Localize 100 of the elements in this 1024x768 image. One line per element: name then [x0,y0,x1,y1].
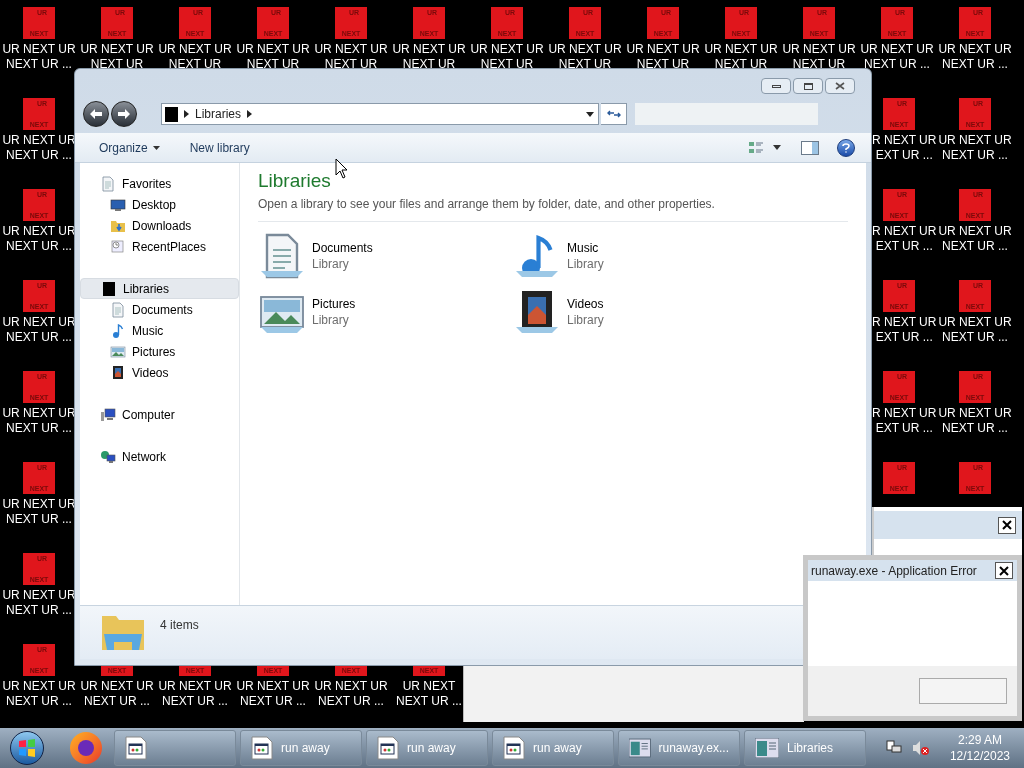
search-field[interactable] [635,103,818,125]
taskbar-button[interactable]: runaway.ex... [618,730,740,766]
close-button[interactable] [825,78,855,94]
icon-label: UR NEXT UR [80,679,154,694]
icon-label: NEXT UR ... [396,694,462,709]
clock-time[interactable]: 2:29 AM [957,732,1002,748]
icon-label: NEXT UR ... [240,694,306,709]
library-item[interactable]: Music Library [513,232,768,280]
nav-item[interactable]: Documents [80,299,239,320]
close-button[interactable] [998,516,1016,534]
pane-icon [812,141,818,154]
taskbar-button[interactable]: run away [366,730,488,766]
nav-item[interactable]: Music [80,320,239,341]
new-library-button[interactable]: New library [181,138,258,157]
close-icon [835,82,845,90]
nav-item[interactable]: Downloads [80,215,239,236]
page-heading: Libraries [258,169,332,193]
icon-label: UR NEXT UR [470,42,544,57]
window-icon [629,738,651,758]
icon-label: NEXT UR ... [942,330,1008,345]
taskbar-button[interactable] [114,730,236,766]
nav-item[interactable]: Computer [80,404,239,425]
organize-menu[interactable]: Organize [91,138,168,157]
taskbar-button[interactable]: run away [240,730,362,766]
icon-label: NEXT UR [246,57,300,72]
nav-item[interactable]: RecentPlaces [80,236,239,257]
document-icon [110,301,126,318]
icon-label: EXT UR ... [875,421,933,436]
icon-label: NEXT UR ... [942,57,1008,72]
library-type: Library [567,312,604,328]
library-name: Documents [312,240,373,256]
icon-label: UR NEXT UR [938,42,1012,57]
icon-label: R NEXT UR [872,406,937,421]
address-bar[interactable]: Libraries [161,103,599,125]
icon-label: UR NEXT UR [314,679,388,694]
maximize-button[interactable] [793,78,823,94]
page-description: Open a library to see your files and arrange them by folder, date, and other properties. [258,195,848,222]
icon-label: UR NEXT UR [626,42,700,57]
forward-button[interactable] [111,101,137,127]
library-name: Videos [567,296,604,312]
firefox-icon[interactable] [70,732,102,764]
refresh-button[interactable] [601,103,627,125]
taskbar-button[interactable]: Libraries [744,730,866,766]
icon-label: R NEXT UR [872,224,937,239]
icon-label: NEXT UR [402,57,456,72]
icon-label: NEXT UR [324,57,378,72]
monitor-icon [110,196,126,213]
program-icon [377,736,399,760]
library-name: Music [567,240,600,256]
square-icon [165,106,178,122]
clock-date[interactable]: 12/12/2023 [949,748,1010,764]
icon-label: UR NEXT UR [938,406,1012,421]
start-button[interactable] [10,731,44,765]
nav-item[interactable]: Pictures [80,341,239,362]
icon-label: NEXT UR ... [864,57,930,72]
icon-label: UR NEXT UR [782,42,856,57]
back-button[interactable] [83,101,109,127]
icon-label: R NEXT UR [872,133,937,148]
minimize-icon [771,84,781,88]
icon-label: NEXT UR ... [6,239,72,254]
icon-label: UR NEXT UR [158,679,232,694]
icon-label: UR NEXT UR [860,42,934,57]
breadcrumb[interactable]: Libraries [195,105,242,123]
library-type: Library [312,256,350,272]
icon-label: NEXT UR ... [162,694,228,709]
taskbar-button[interactable]: run away [492,730,614,766]
library-item[interactable]: Videos Library [513,288,768,336]
icon-label: UR NEXT UR [704,42,778,57]
icon-label: NEXT UR [636,57,690,72]
view-list-icon [749,140,765,155]
nav-item[interactable]: Favorites [80,173,239,194]
dialog-title: runaway.exe - Application Error [811,562,977,580]
refresh-icon [606,108,621,120]
icon-label: NEXT UR [480,57,534,72]
nav-item[interactable]: Videos [80,362,239,383]
preview-pane-button[interactable] [801,140,819,155]
library-item[interactable]: Documents Library [258,232,513,280]
close-button[interactable] [995,562,1013,579]
window-icon [755,738,779,758]
music-note-icon [110,322,126,339]
nav-item[interactable]: Desktop [80,194,239,215]
icon-label: EXT UR ... [875,330,933,345]
library-item[interactable]: Pictures Library [258,288,513,336]
help-button[interactable] [837,138,855,157]
document-icon [100,175,116,192]
nav-item[interactable]: Network [80,446,239,467]
program-icon [125,736,147,760]
icon-label: NEXT UR [714,57,768,72]
icon-label: UR NEXT UR [2,42,76,57]
question-mark-icon [842,142,850,153]
item-count: 4 items [160,617,199,634]
library-name: Pictures [312,296,356,312]
muted-speaker-icon[interactable] [911,740,930,756]
icon-label: EXT UR ... [875,148,933,163]
network-icon[interactable] [885,740,902,756]
icon-label: UR NEXT UR [314,42,388,57]
nav-item[interactable]: Libraries [80,278,239,299]
icon-label: NEXT UR ... [942,239,1008,254]
minimize-button[interactable] [761,78,791,94]
dropdown-icon[interactable] [586,111,594,117]
